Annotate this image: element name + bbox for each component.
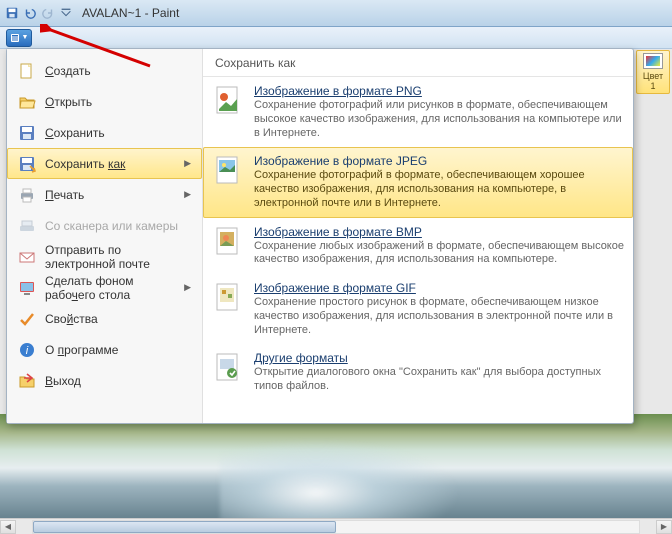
menu-item-properties[interactable]: Свойства — [7, 303, 202, 334]
horizontal-scrollbar[interactable]: ◀ ▶ — [0, 518, 672, 534]
sub-desc: Сохранение фотографий или рисунков в фор… — [254, 99, 624, 140]
menu-item-scanner: Со сканера или камеры — [7, 210, 202, 241]
menu-item-save-as[interactable]: Сохранить как ▶ — [7, 148, 202, 179]
sub-text: Изображение в формате BMP Сохранение люб… — [254, 225, 624, 268]
new-file-icon — [18, 62, 36, 80]
sub-desc: Сохранение фотографий в формате, обеспеч… — [254, 169, 624, 210]
menu-item-label: Сохранить — [45, 126, 105, 140]
qat-undo-icon[interactable] — [22, 5, 38, 21]
jpeg-file-icon — [212, 154, 244, 186]
info-icon: i — [18, 341, 36, 359]
color-edit-button[interactable]: Цвет 1 — [636, 50, 670, 94]
menu-item-exit[interactable]: Выход — [7, 365, 202, 396]
waterfall-graphic — [220, 439, 460, 529]
other-formats-icon — [212, 351, 244, 383]
scroll-track[interactable] — [32, 520, 640, 534]
file-menu-right: Сохранить как Изображение в формате PNG … — [203, 49, 633, 423]
menu-item-label: О программе — [45, 343, 118, 357]
submenu-header: Сохранить как — [203, 49, 633, 77]
bmp-file-icon — [212, 225, 244, 257]
qat-redo-icon[interactable] — [40, 5, 56, 21]
save-as-gif[interactable]: Изображение в формате GIF Сохранение про… — [203, 274, 633, 344]
sub-title: Другие форматы — [254, 351, 624, 365]
color-spectrum-icon — [643, 53, 663, 69]
save-disk-icon — [18, 124, 36, 142]
menu-item-label: Сохранить как — [45, 157, 125, 171]
checkmark-icon — [18, 310, 36, 328]
sub-text: Изображение в формате JPEG Сохранение фо… — [254, 154, 624, 210]
color-index: 1 — [650, 81, 655, 91]
menu-item-open[interactable]: Открыть — [7, 86, 202, 117]
menu-item-label: Выход — [45, 374, 81, 388]
menu-item-label: Свойства — [45, 312, 98, 326]
save-as-png[interactable]: Изображение в формате PNG Сохранение фот… — [203, 77, 633, 147]
exit-icon — [18, 372, 36, 390]
menu-item-about[interactable]: i О программе — [7, 334, 202, 365]
email-icon — [18, 248, 36, 266]
open-folder-icon — [18, 93, 36, 111]
file-menu: Создать Открыть Сохранить Сохранить как … — [6, 48, 634, 424]
chevron-right-icon: ▶ — [184, 282, 191, 293]
gif-file-icon — [212, 281, 244, 313]
color-label: Цвет — [643, 71, 663, 81]
scroll-right-arrow-icon[interactable]: ▶ — [656, 520, 672, 534]
submenu-list: Изображение в формате PNG Сохранение фот… — [203, 77, 633, 423]
window-title: AVALAN~1 - Paint — [82, 6, 668, 20]
scanner-icon — [18, 217, 36, 235]
chevron-right-icon: ▶ — [184, 189, 191, 200]
quick-access-toolbar — [4, 5, 74, 21]
sub-text: Изображение в формате PNG Сохранение фот… — [254, 84, 624, 140]
sub-title: Изображение в формате BMP — [254, 225, 624, 239]
file-menu-button[interactable]: ▼ — [6, 29, 32, 47]
menu-item-label: Открыть — [45, 95, 92, 109]
scroll-left-arrow-icon[interactable]: ◀ — [0, 520, 16, 534]
menu-item-label: Создать — [45, 64, 91, 78]
save-as-bmp[interactable]: Изображение в формате BMP Сохранение люб… — [203, 218, 633, 275]
sub-desc: Сохранение простого рисунок в формате, о… — [254, 296, 624, 337]
qat-save-icon[interactable] — [4, 5, 20, 21]
sub-title: Изображение в формате JPEG — [254, 154, 624, 168]
sub-text: Другие форматы Открытие диалогового окна… — [254, 351, 624, 394]
save-as-disk-icon — [18, 155, 36, 173]
file-menu-left: Создать Открыть Сохранить Сохранить как … — [7, 49, 203, 423]
canvas-image: © Worldvisits.com ◀ ▶ — [0, 414, 672, 534]
ribbon-tabs: ▼ — [0, 27, 672, 49]
menu-item-label: Сделать фоном рабочего стола — [45, 274, 175, 302]
sub-text: Изображение в формате GIF Сохранение про… — [254, 281, 624, 337]
png-file-icon — [212, 84, 244, 116]
sub-desc: Открытие диалогового окна "Сохранить как… — [254, 366, 624, 394]
menu-item-save[interactable]: Сохранить — [7, 117, 202, 148]
chevron-right-icon: ▶ — [184, 158, 191, 169]
sub-desc: Сохранение любых изображений в формате, … — [254, 240, 624, 268]
sub-title: Изображение в формате PNG — [254, 84, 624, 98]
menu-item-label: Со сканера или камеры — [45, 219, 178, 233]
scroll-thumb[interactable] — [33, 521, 336, 533]
menu-item-print[interactable]: Печать ▶ — [7, 179, 202, 210]
qat-customize-icon[interactable] — [58, 5, 74, 21]
printer-icon — [18, 186, 36, 204]
menu-item-label: Отправить по электронной почте — [45, 243, 191, 271]
menu-item-label: Печать — [45, 188, 84, 202]
save-as-jpeg[interactable]: Изображение в формате JPEG Сохранение фо… — [203, 147, 633, 217]
title-bar: AVALAN~1 - Paint — [0, 0, 672, 27]
menu-item-email[interactable]: Отправить по электронной почте — [7, 241, 202, 272]
desktop-icon — [18, 279, 36, 297]
sub-title: Изображение в формате GIF — [254, 281, 624, 295]
menu-item-new[interactable]: Создать — [7, 55, 202, 86]
menu-item-wallpaper[interactable]: Сделать фоном рабочего стола ▶ — [7, 272, 202, 303]
save-as-other[interactable]: Другие форматы Открытие диалогового окна… — [203, 344, 633, 401]
